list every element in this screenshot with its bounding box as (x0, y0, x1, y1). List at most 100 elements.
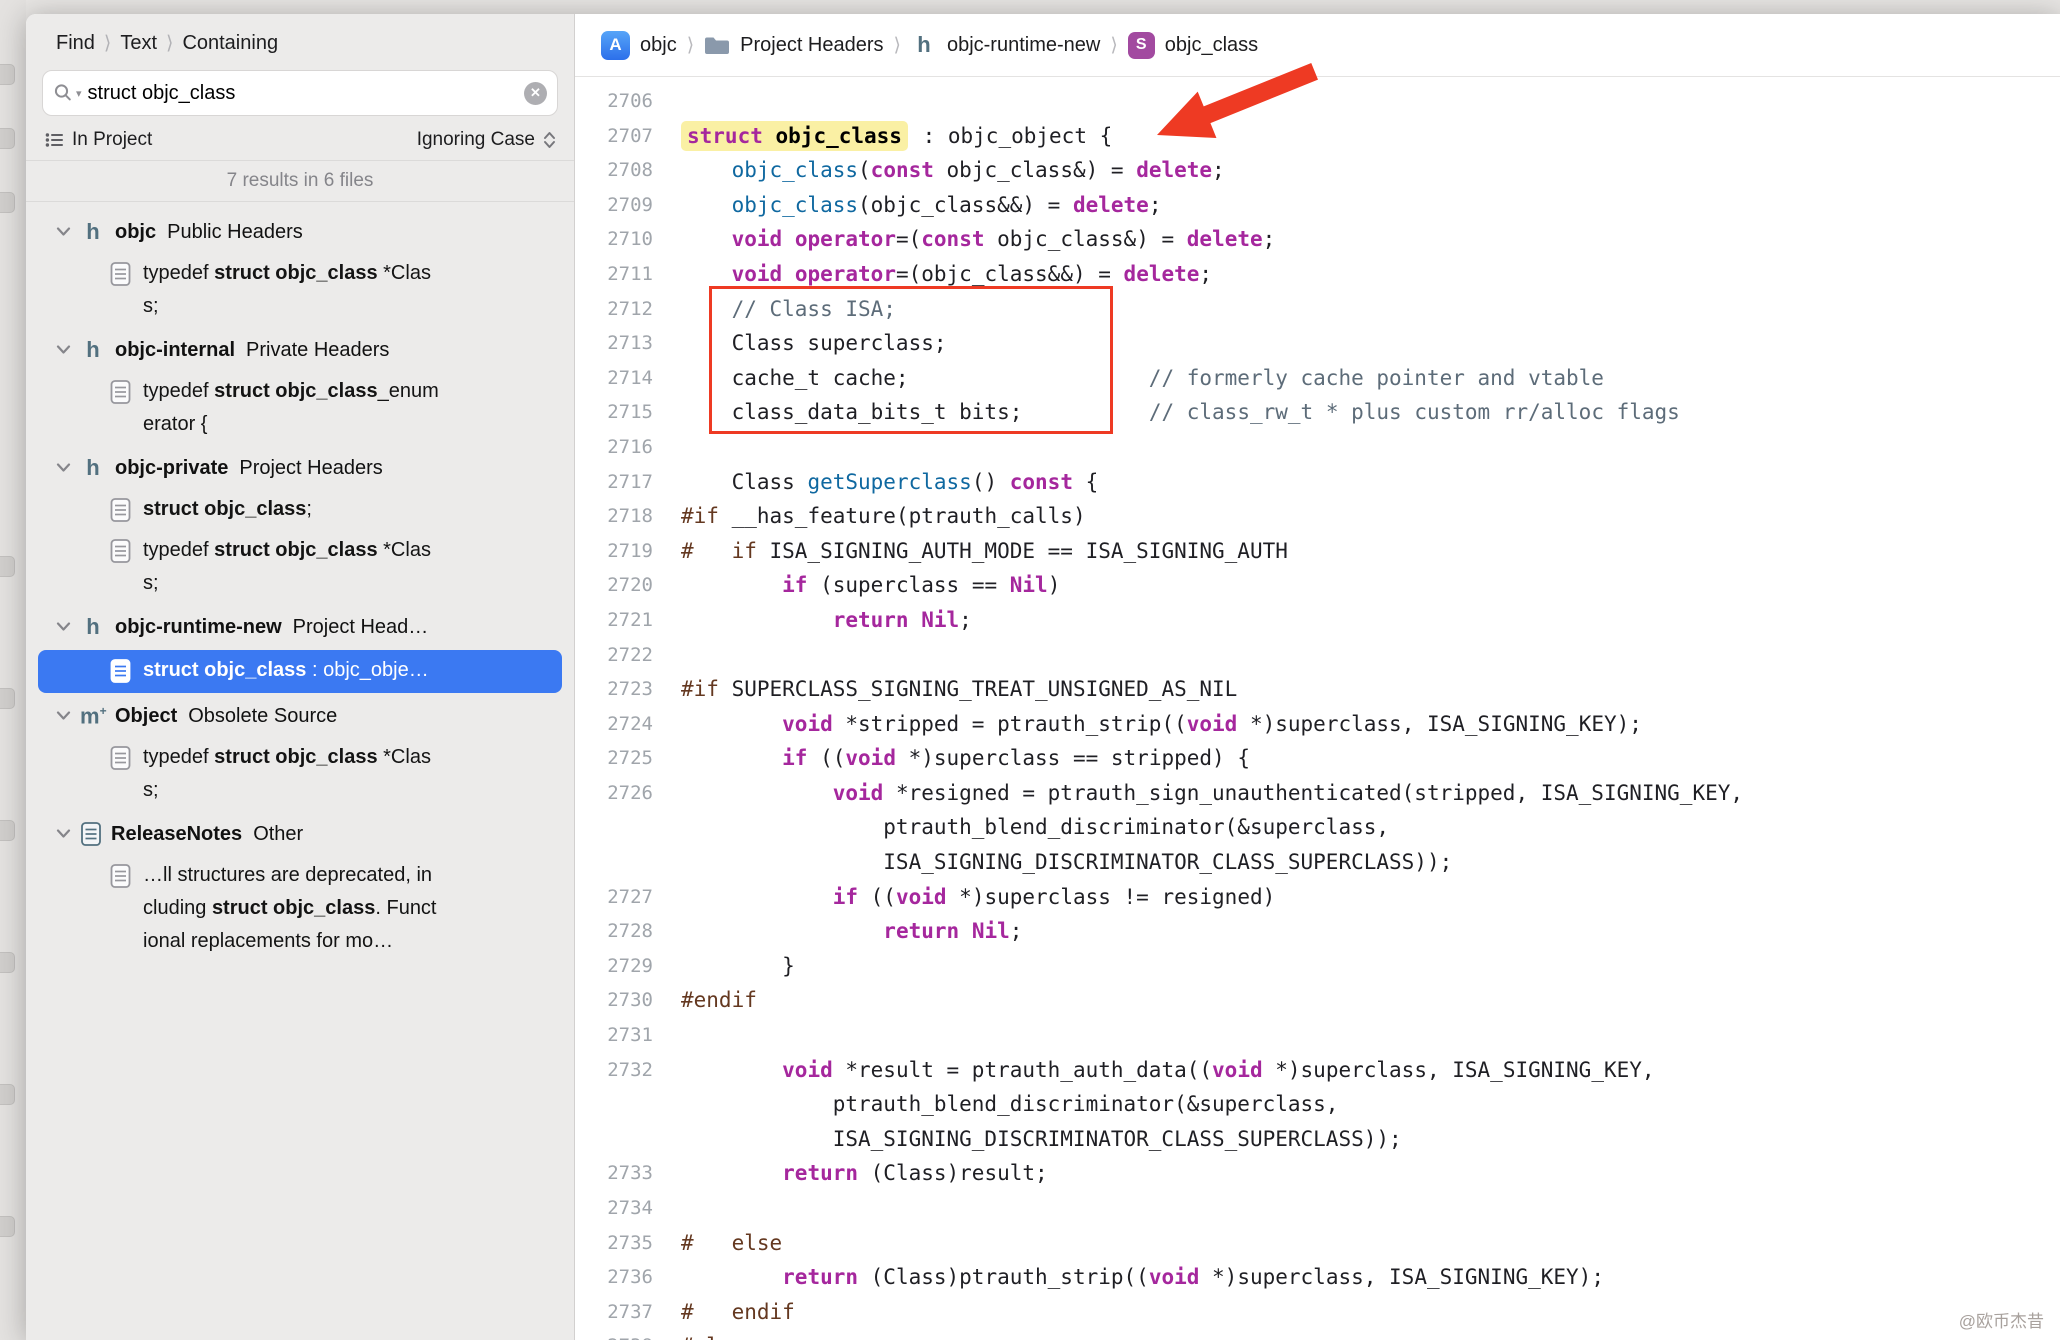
code-line-text[interactable]: ISA_SIGNING_DISCRIMINATOR_CLASS_SUPERCLA… (653, 845, 1452, 880)
code-line-text[interactable]: void *stripped = ptrauth_strip((void *)s… (653, 707, 1642, 742)
code-line-text[interactable]: #if __has_feature(ptrauth_calls) (653, 499, 1086, 534)
code-line-text[interactable]: cache_t cache; // formerly cache pointer… (653, 361, 1604, 396)
search-result-item[interactable]: typedef struct objc_class *Class; (26, 254, 574, 328)
search-result-item[interactable]: typedef struct objc_class *Class; (26, 738, 574, 812)
line-number-gutter[interactable]: 2726 (575, 776, 653, 811)
code-line-text[interactable]: #endif (653, 983, 757, 1018)
code-line-text[interactable] (653, 84, 681, 119)
line-number-gutter[interactable]: 2716 (575, 430, 653, 465)
file-group-row[interactable]: hobjc-privateProject Headers (26, 446, 574, 490)
search-scope-menu[interactable]: In Project (44, 129, 152, 151)
line-number-gutter[interactable] (575, 1087, 653, 1122)
code-line-text[interactable]: void operator=(objc_class&&) = delete; (653, 257, 1212, 292)
line-number-gutter[interactable]: 2727 (575, 880, 653, 915)
line-number-gutter[interactable]: 2731 (575, 1018, 653, 1053)
search-result-item[interactable]: typedef struct objc_class_enumerator { (26, 372, 574, 446)
line-number-gutter[interactable]: 2715 (575, 395, 653, 430)
line-number-gutter[interactable]: 2721 (575, 603, 653, 638)
jump-bar-item[interactable]: objc-runtime-new (947, 34, 1100, 57)
line-number-gutter[interactable]: 2717 (575, 465, 653, 500)
code-line-text[interactable]: void *resigned = ptrauth_sign_unauthenti… (653, 776, 1743, 811)
search-history-caret-icon[interactable]: ▾ (76, 87, 82, 100)
code-line-text[interactable]: if (superclass == Nil) (653, 568, 1060, 603)
code-line-text[interactable] (653, 1018, 681, 1053)
code-line-text[interactable]: } (653, 949, 795, 984)
code-line-text[interactable]: objc_class(const objc_class&) = delete; (653, 153, 1225, 188)
line-number-gutter[interactable]: 2738 (575, 1329, 653, 1340)
search-result-item[interactable]: …ll structures are deprecated, including… (26, 856, 574, 963)
file-group-row[interactable]: hobjcPublic Headers (26, 210, 574, 254)
line-number-gutter[interactable]: 2734 (575, 1191, 653, 1226)
code-line-text[interactable]: // Class ISA; (653, 292, 896, 327)
search-result-item[interactable]: struct objc_class; (26, 490, 574, 531)
code-line-text[interactable]: if ((void *)superclass != resigned) (653, 880, 1275, 915)
line-number-gutter[interactable] (575, 845, 653, 880)
jump-bar-item[interactable]: Project Headers (740, 34, 883, 57)
code-line-text[interactable]: ptrauth_blend_discriminator(&superclass, (653, 1087, 1338, 1122)
disclosure-chevron-icon[interactable] (56, 622, 71, 632)
code-line-text[interactable] (653, 1191, 681, 1226)
code-line-text[interactable]: # if ISA_SIGNING_AUTH_MODE == ISA_SIGNIN… (653, 534, 1288, 569)
code-line-text[interactable]: return (Class)result; (653, 1156, 1048, 1191)
line-number-gutter[interactable]: 2714 (575, 361, 653, 396)
code-line-text[interactable]: struct objc_class : objc_object { (653, 119, 1112, 154)
search-result-item[interactable]: struct objc_class : objc_obje… (38, 650, 562, 693)
disclosure-chevron-icon[interactable] (56, 829, 71, 839)
line-number-gutter[interactable]: 2708 (575, 153, 653, 188)
case-sensitivity-menu[interactable]: Ignoring Case (417, 129, 556, 151)
find-type-menu[interactable]: Find (56, 32, 95, 55)
jump-bar-item[interactable]: objc (640, 34, 677, 57)
code-area[interactable]: 27062707struct objc_class : objc_object … (575, 77, 2060, 1340)
code-line-text[interactable]: return Nil; (653, 914, 1022, 949)
line-number-gutter[interactable]: 2712 (575, 292, 653, 327)
line-number-gutter[interactable]: 2725 (575, 741, 653, 776)
line-number-gutter[interactable]: 2729 (575, 949, 653, 984)
line-number-gutter[interactable]: 2706 (575, 84, 653, 119)
line-number-gutter[interactable] (575, 810, 653, 845)
line-number-gutter[interactable]: 2718 (575, 499, 653, 534)
code-line-text[interactable]: return (Class)ptrauth_strip((void *)supe… (653, 1260, 1604, 1295)
code-line-text[interactable]: ISA_SIGNING_DISCRIMINATOR_CLASS_SUPERCLA… (653, 1122, 1402, 1157)
clear-search-button[interactable]: ✕ (524, 82, 547, 105)
code-line-text[interactable]: #else (653, 1329, 744, 1340)
line-number-gutter[interactable]: 2724 (575, 707, 653, 742)
line-number-gutter[interactable]: 2735 (575, 1226, 653, 1261)
search-field[interactable]: ▾ ✕ (42, 70, 558, 116)
find-match-menu[interactable]: Text (120, 32, 157, 55)
disclosure-chevron-icon[interactable] (56, 711, 71, 721)
line-number-gutter[interactable]: 2737 (575, 1295, 653, 1330)
line-number-gutter[interactable]: 2713 (575, 326, 653, 361)
disclosure-chevron-icon[interactable] (56, 227, 71, 237)
disclosure-chevron-icon[interactable] (56, 345, 71, 355)
line-number-gutter[interactable]: 2730 (575, 983, 653, 1018)
search-result-item[interactable]: typedef struct objc_class *Class; (26, 531, 574, 605)
code-line-text[interactable]: void operator=(const objc_class&) = dele… (653, 222, 1275, 257)
line-number-gutter[interactable]: 2722 (575, 638, 653, 673)
line-number-gutter[interactable]: 2733 (575, 1156, 653, 1191)
line-number-gutter[interactable]: 2709 (575, 188, 653, 223)
code-line-text[interactable]: if ((void *)superclass == stripped) { (653, 741, 1250, 776)
code-line-text[interactable]: void *result = ptrauth_auth_data((void *… (653, 1053, 1655, 1088)
code-line-text[interactable]: Class superclass; (653, 326, 947, 361)
code-line-text[interactable] (653, 430, 681, 465)
line-number-gutter[interactable]: 2732 (575, 1053, 653, 1088)
code-line-text[interactable]: # else (653, 1226, 782, 1261)
line-number-gutter[interactable]: 2720 (575, 568, 653, 603)
line-number-gutter[interactable]: 2728 (575, 914, 653, 949)
disclosure-chevron-icon[interactable] (56, 463, 71, 473)
code-line-text[interactable]: class_data_bits_t bits; // class_rw_t * … (653, 395, 1680, 430)
line-number-gutter[interactable]: 2711 (575, 257, 653, 292)
jump-bar-item[interactable]: objc_class (1165, 34, 1258, 57)
line-number-gutter[interactable]: 2719 (575, 534, 653, 569)
code-line-text[interactable]: ptrauth_blend_discriminator(&superclass, (653, 810, 1389, 845)
line-number-gutter[interactable]: 2710 (575, 222, 653, 257)
file-group-row[interactable]: m+ObjectObsolete Source (26, 694, 574, 738)
code-line-text[interactable]: objc_class(objc_class&&) = delete; (653, 188, 1161, 223)
code-line-text[interactable]: # endif (653, 1295, 795, 1330)
line-number-gutter[interactable]: 2736 (575, 1260, 653, 1295)
line-number-gutter[interactable]: 2723 (575, 672, 653, 707)
code-line-text[interactable]: Class getSuperclass() const { (653, 465, 1098, 500)
code-line-text[interactable]: return Nil; (653, 603, 972, 638)
line-number-gutter[interactable]: 2707 (575, 119, 653, 154)
search-input[interactable] (88, 82, 518, 105)
